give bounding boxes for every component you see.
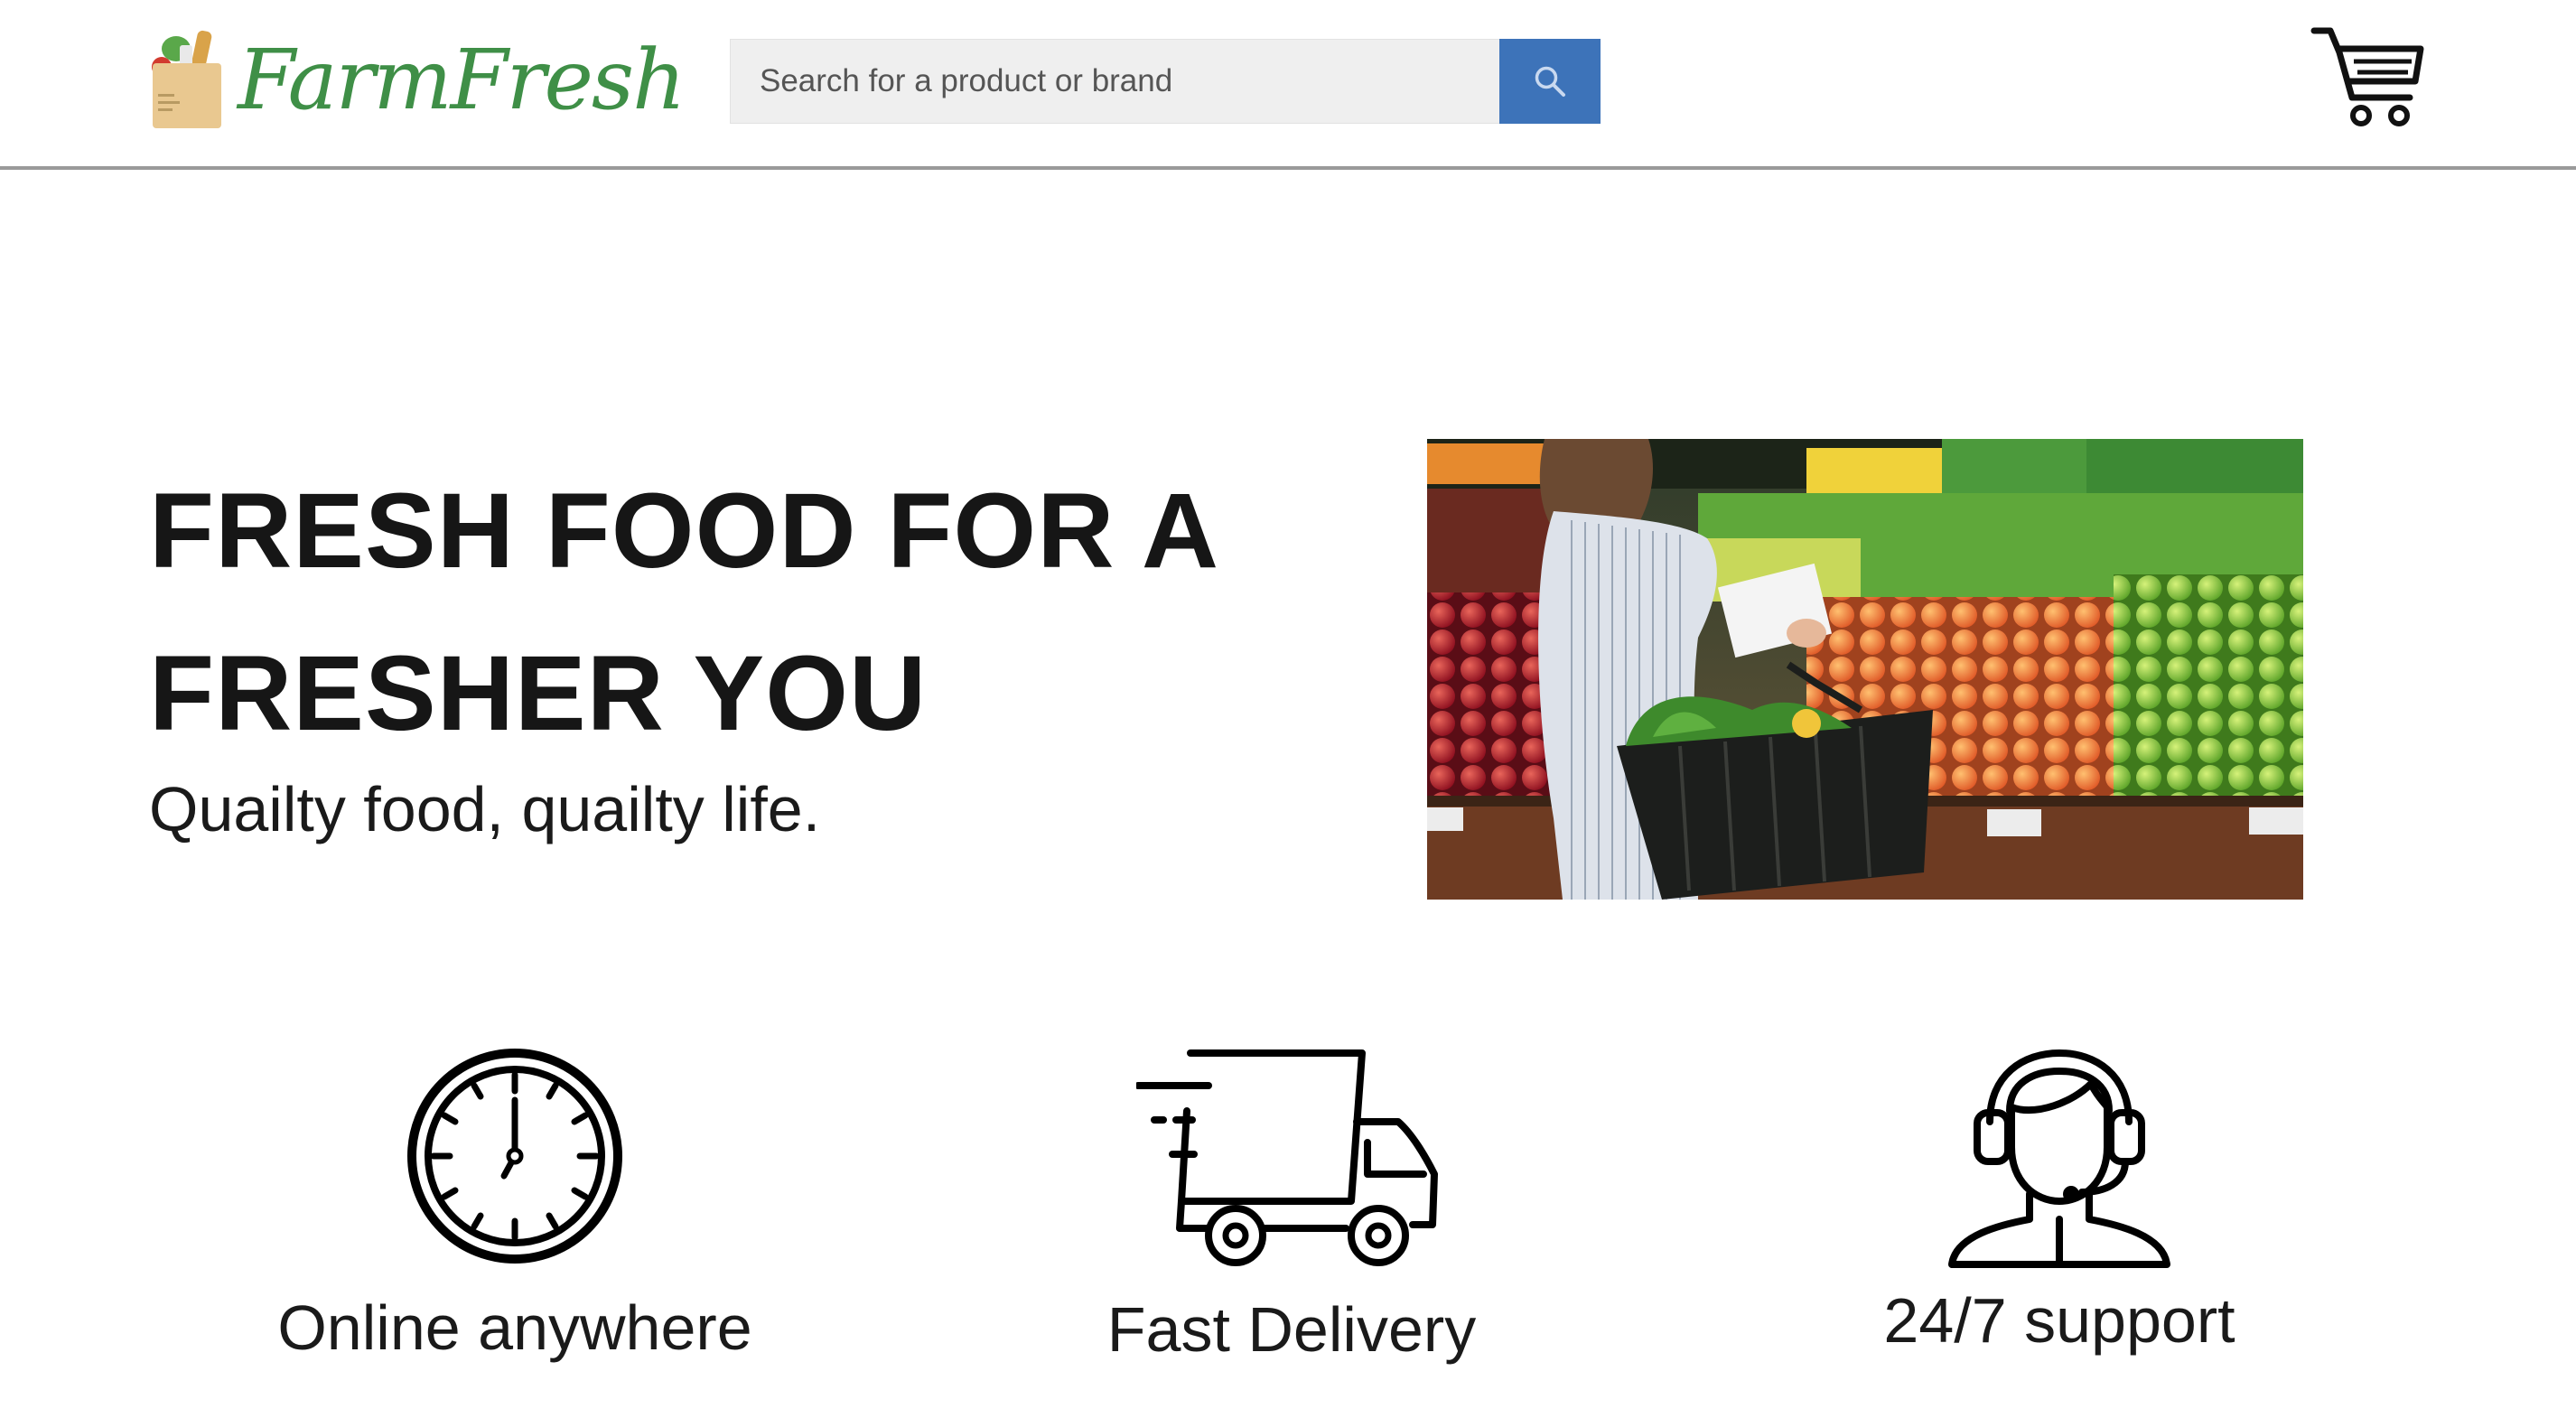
feature-label: Online anywhere [277,1292,752,1363]
site-header: FarmFresh [0,0,2576,170]
support-agent-icon [1948,1049,2170,1268]
search-bar [730,39,1601,124]
clock-icon [407,1049,622,1264]
logo[interactable]: FarmFresh [149,25,686,134]
hero-subtitle: Quailty food, quailty life. [149,774,821,844]
search-input[interactable] [730,39,1499,124]
grocery-bag-icon [152,30,221,128]
feature-label: Fast Delivery [1106,1294,1477,1365]
woman-shopping-produce-photo [1427,439,2303,900]
logo-text: FarmFresh [238,31,686,128]
hero-title: FRESH FOOD FOR A FRESHER YOU [149,471,1216,753]
cart-icon[interactable] [2310,25,2424,130]
hero-image [1427,439,2303,900]
feature-label: 24/7 support [1883,1285,2235,1356]
delivery-truck-icon [1136,1049,1438,1266]
search-icon [1535,66,1565,97]
search-button[interactable] [1499,39,1601,124]
